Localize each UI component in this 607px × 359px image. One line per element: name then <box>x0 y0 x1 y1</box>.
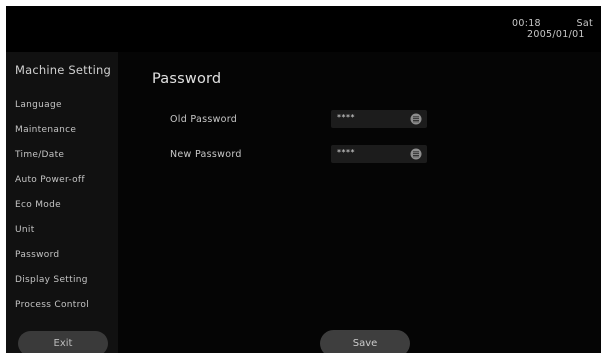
screen: 00:18 Sat 2005/01/01 Machine Setting Lan… <box>6 6 601 353</box>
sidebar: Machine Setting Language Maintenance Tim… <box>6 52 118 353</box>
main-panel: Password Old Password **** New Password … <box>118 52 601 353</box>
exit-button[interactable]: Exit <box>18 331 108 353</box>
clock-day: Sat <box>576 18 593 29</box>
clock-date: 2005/01/01 <box>527 29 585 40</box>
sidebar-item-password[interactable]: Password <box>15 250 59 260</box>
sidebar-item-time-date[interactable]: Time/Date <box>15 150 64 160</box>
sidebar-item-unit[interactable]: Unit <box>15 225 35 235</box>
save-button[interactable]: Save <box>320 330 410 353</box>
sidebar-item-process-control[interactable]: Process Control <box>15 300 89 310</box>
sidebar-item-eco-mode[interactable]: Eco Mode <box>15 200 61 210</box>
page-title: Password <box>152 71 222 87</box>
sidebar-item-language[interactable]: Language <box>15 100 62 110</box>
sidebar-item-maintenance[interactable]: Maintenance <box>15 125 76 135</box>
old-password-field[interactable]: **** <box>331 110 427 128</box>
sidebar-title: Machine Setting <box>15 63 111 77</box>
old-password-value: **** <box>337 113 355 122</box>
sidebar-item-display-setting[interactable]: Display Setting <box>15 275 88 285</box>
keyboard-icon[interactable] <box>410 148 422 160</box>
new-password-value: **** <box>337 148 355 157</box>
status-bar: 00:18 Sat 2005/01/01 <box>6 6 601 52</box>
clock-time: 00:18 <box>512 18 541 29</box>
keyboard-icon[interactable] <box>410 113 422 125</box>
new-password-label: New Password <box>170 149 242 160</box>
old-password-label: Old Password <box>170 114 238 125</box>
new-password-field[interactable]: **** <box>331 145 427 163</box>
sidebar-item-auto-power-off[interactable]: Auto Power-off <box>15 175 85 185</box>
